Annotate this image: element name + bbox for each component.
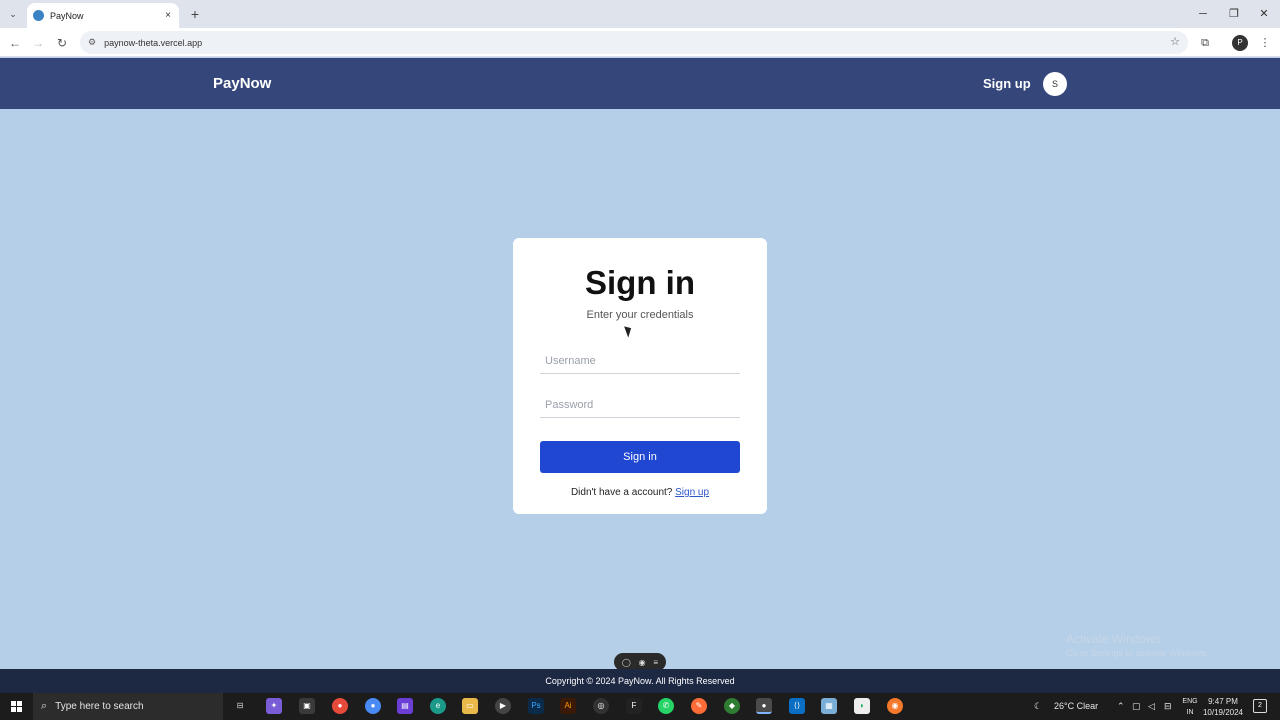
watermark-subtitle: Go to Settings to activate Windows. xyxy=(1066,648,1209,658)
signin-card: Sign in Enter your credentials Sign in D… xyxy=(513,238,767,514)
clock[interactable]: 9:47 PM 10/19/2024 xyxy=(1200,696,1246,718)
activate-windows-watermark: Activate Windows Go to Settings to activ… xyxy=(1066,632,1208,658)
jetbrains-icon[interactable]: ▤ xyxy=(397,698,413,714)
chrome-icon[interactable]: ● xyxy=(332,698,348,714)
mongodb-icon[interactable]: ◗ xyxy=(854,698,870,714)
chat-icon[interactable]: ◯ xyxy=(622,658,631,667)
vscode-icon[interactable]: ⟨⟩ xyxy=(789,698,805,714)
forward-arrow-icon[interactable]: → xyxy=(29,34,47,52)
new-tab-button[interactable]: + xyxy=(186,5,204,23)
browser-toolbar: ← → ↻ ⚙ paynow-theta.vercel.app ☆ ⧉ P ⋮ xyxy=(0,28,1280,57)
media-player-icon[interactable]: ▶ xyxy=(495,698,511,714)
browser-tab-paynow[interactable]: PayNow × xyxy=(27,3,179,28)
weather-text[interactable]: 26°C Clear xyxy=(1054,693,1098,720)
clock-time: 9:47 PM xyxy=(1208,697,1238,706)
globe-favicon-icon xyxy=(33,10,44,21)
tray-network-icon[interactable]: ▢ xyxy=(1132,693,1141,720)
illustrator-icon[interactable]: Ai xyxy=(560,698,576,714)
node-icon[interactable]: ◆ xyxy=(724,698,740,714)
menu-icon[interactable]: ≡ xyxy=(653,658,658,667)
minimize-icon[interactable]: ─ xyxy=(1188,5,1218,23)
chrome-active-icon[interactable]: ● xyxy=(756,698,772,714)
nav-signup-link[interactable]: Sign up xyxy=(983,76,1031,91)
store-icon[interactable]: ▣ xyxy=(299,698,315,714)
profile-avatar-icon[interactable]: P xyxy=(1232,35,1248,51)
lang-top: ENG xyxy=(1182,698,1198,705)
blender-icon[interactable]: ◉ xyxy=(887,698,903,714)
obs-icon[interactable]: ◎ xyxy=(593,698,609,714)
brand-logo[interactable]: PayNow xyxy=(213,75,271,92)
whatsapp-icon[interactable]: ✆ xyxy=(658,698,674,714)
signup-prompt: Didn't have a account? Sign up xyxy=(513,487,767,498)
password-input[interactable] xyxy=(540,392,740,418)
app-navbar: PayNow Sign up S xyxy=(0,58,1280,109)
extensions-icon[interactable]: ⧉ xyxy=(1196,34,1214,52)
tray-wifi-icon[interactable]: ⊟ xyxy=(1164,693,1172,720)
figma-icon[interactable]: F xyxy=(626,698,642,714)
user-avatar[interactable]: S xyxy=(1043,72,1067,96)
task-view-icon[interactable]: ⊟ xyxy=(232,698,248,714)
record-icon[interactable]: ◉ xyxy=(639,658,646,667)
watermark-title: Activate Windows xyxy=(1066,632,1161,646)
tab-search-icon[interactable]: ⌄ xyxy=(4,5,22,23)
lang-bottom: IN xyxy=(1186,709,1194,716)
windows-taskbar: ⌕ Type here to search ⊟ ✦ ▣ ● ● ▤ e ▭ ▶ … xyxy=(0,693,1280,720)
username-input[interactable] xyxy=(540,348,740,374)
reload-icon[interactable]: ↻ xyxy=(53,34,71,52)
edge-icon[interactable]: e xyxy=(430,698,446,714)
chrome-profile-icon[interactable]: ● xyxy=(365,698,381,714)
copilot-icon[interactable]: ✦ xyxy=(266,698,282,714)
site-info-icon[interactable]: ⚙ xyxy=(88,37,96,48)
tray-volume-icon[interactable]: ◁ xyxy=(1148,693,1155,720)
weather-icon[interactable]: ☾ xyxy=(1034,693,1042,720)
signin-subtitle: Enter your credentials xyxy=(586,309,694,321)
postman-icon[interactable]: ✎ xyxy=(691,698,707,714)
windows-logo-icon xyxy=(10,701,22,712)
notepad-icon[interactable]: ▦ xyxy=(821,698,837,714)
signup-prompt-text: Didn't have a account? xyxy=(570,487,673,498)
signin-button[interactable]: Sign in xyxy=(540,441,740,473)
clock-date: 10/19/2024 xyxy=(1202,708,1244,717)
restore-icon[interactable]: ❐ xyxy=(1219,5,1249,23)
taskbar-search-placeholder: Type here to search xyxy=(55,701,144,712)
bookmark-star-icon[interactable]: ☆ xyxy=(1170,35,1180,48)
tray-chevron-icon[interactable]: ⌃ xyxy=(1117,693,1125,720)
search-icon: ⌕ xyxy=(41,700,48,712)
notification-icon[interactable]: 2 xyxy=(1253,699,1267,713)
more-menu-icon[interactable]: ⋮ xyxy=(1256,34,1274,52)
tab-close-icon[interactable]: × xyxy=(161,10,175,21)
browser-tab-bar: ⌄ PayNow × + ─ ❐ ✕ xyxy=(0,0,1280,28)
photoshop-icon[interactable]: Ps xyxy=(528,698,544,714)
page-footer: Copyright © 2024 PayNow. All Rights Rese… xyxy=(0,669,1280,693)
taskbar-search[interactable]: ⌕ Type here to search xyxy=(33,693,223,720)
address-bar[interactable]: ⚙ paynow-theta.vercel.app ☆ xyxy=(80,31,1188,54)
signup-link[interactable]: Sign up xyxy=(675,487,709,498)
tab-title: PayNow xyxy=(50,10,84,21)
signin-title: Sign in xyxy=(585,264,695,301)
window-close-icon[interactable]: ✕ xyxy=(1249,5,1279,23)
language-indicator[interactable]: ENG IN xyxy=(1180,696,1200,718)
file-explorer-icon[interactable]: ▭ xyxy=(462,698,478,714)
back-arrow-icon[interactable]: ← xyxy=(6,34,24,52)
copyright-text: Copyright © 2024 PayNow. All Rights Rese… xyxy=(545,676,735,686)
start-button[interactable] xyxy=(0,693,32,720)
url-text[interactable]: paynow-theta.vercel.app xyxy=(104,38,202,48)
